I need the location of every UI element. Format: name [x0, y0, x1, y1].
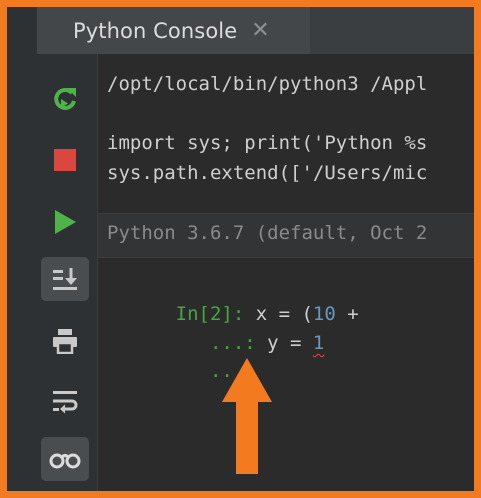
tab-python-console[interactable]: Python Console ✕ — [37, 7, 310, 54]
print-button[interactable] — [41, 319, 89, 363]
python-version-banner: Python 3.6.7 (default, Oct 2 — [98, 213, 474, 258]
number-literal: 1 — [312, 332, 325, 354]
scroll-to-end-button[interactable] — [41, 257, 89, 301]
code-text: y = — [255, 332, 313, 354]
tab-bar-edge — [7, 7, 37, 54]
console-toolbar — [7, 54, 98, 491]
stop-icon — [54, 149, 76, 171]
rerun-icon — [54, 87, 76, 110]
startup-script-line-1: import sys; print('Python %s — [107, 132, 428, 154]
code-text: + — [335, 303, 359, 325]
soft-wrap-button[interactable] — [41, 379, 89, 423]
show-variables-icon — [49, 453, 81, 469]
startup-script-line-2: sys.path.extend(['/Users/mic — [107, 162, 428, 184]
tab-bar: Python Console ✕ — [7, 7, 474, 54]
run-button[interactable] — [41, 200, 89, 244]
tab-label: Python Console — [73, 18, 238, 43]
python-version-text: Python 3.6.7 (default, Oct 2 — [107, 222, 428, 244]
up-arrow-annotation — [222, 358, 272, 474]
run-icon — [55, 210, 76, 234]
rerun-button[interactable] — [41, 78, 89, 122]
command-line: /opt/local/bin/python3 /Appl — [107, 73, 428, 95]
console-output[interactable]: /opt/local/bin/python3 /Appl import sys;… — [98, 54, 474, 491]
close-icon[interactable]: ✕ — [251, 19, 269, 42]
soft-wrap-icon — [53, 391, 78, 414]
show-variables-button[interactable] — [41, 437, 89, 481]
stop-button[interactable] — [41, 138, 89, 182]
scroll-to-end-icon — [53, 268, 77, 290]
print-icon — [53, 329, 77, 354]
